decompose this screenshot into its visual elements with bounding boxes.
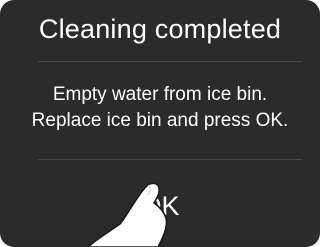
divider-top	[38, 61, 302, 62]
message-line-2: Replace ice bin and press OK.	[31, 110, 289, 131]
ok-button[interactable]: OK	[110, 180, 210, 232]
dialog-screen: Cleaning completed Empty water from ice …	[0, 0, 320, 247]
dialog-title: Cleaning completed	[38, 14, 282, 44]
dialog-message: Empty water from ice bin. Replace ice bi…	[0, 82, 320, 134]
message-line-1: Empty water from ice bin.	[52, 84, 268, 105]
divider-bottom	[38, 159, 302, 160]
